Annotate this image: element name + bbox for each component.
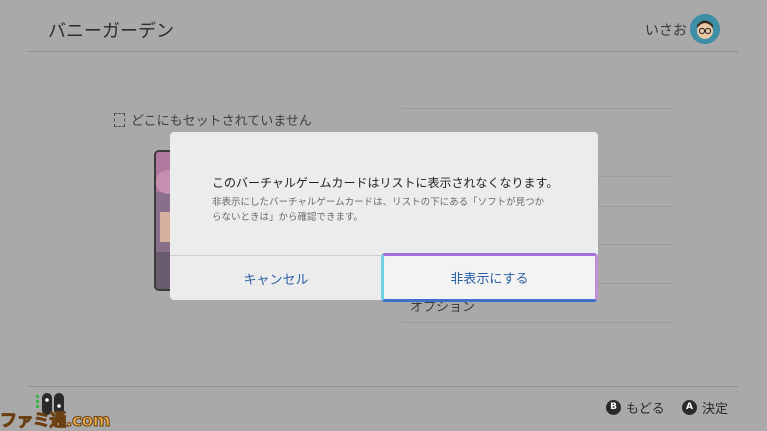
avatar[interactable] (690, 14, 720, 44)
page-title: バニーガーデン (48, 21, 174, 42)
a-button-icon: A (682, 400, 697, 415)
unset-status-text: どこにもセットされていません (131, 114, 312, 129)
header: バニーガーデン いさお (0, 0, 767, 52)
dialog-sub-line: らないときは」から確認できます。 (212, 212, 364, 223)
confirm-dialog: このバーチャルゲームカードはリストに表示されなくなります。 非表示にしたバーチャ… (170, 132, 598, 302)
unset-status: どこにもセットされていません (114, 110, 312, 129)
empty-slot-icon (114, 113, 125, 127)
dialog-sub-message: 非表示にしたバーチャルゲームカードは、リストの下にある「ソフトが見つか らないと… (212, 195, 572, 225)
confirm-hint[interactable]: A 決定 (682, 398, 728, 417)
dialog-sub-line: 非表示にしたバーチャルゲームカードは、リストの下にある「ソフトが見つか (212, 197, 545, 208)
dialog-message: このバーチャルゲームカードはリストに表示されなくなります。 (212, 176, 559, 190)
cancel-button[interactable]: キャンセル (170, 256, 382, 300)
b-button-icon: B (606, 400, 621, 415)
footer-divider (28, 386, 738, 387)
hide-button[interactable]: 非表示にする (381, 253, 598, 302)
menu-divider (402, 108, 672, 109)
user-name: いさお (645, 23, 687, 39)
watermark-logo: ファミ通.com (0, 411, 111, 431)
menu-divider (402, 322, 672, 323)
header-divider (28, 51, 738, 52)
back-hint-label: もどる (626, 402, 665, 417)
avatar-icon (690, 14, 720, 44)
confirm-hint-label: 決定 (702, 402, 729, 417)
back-hint[interactable]: B もどる (606, 398, 665, 417)
